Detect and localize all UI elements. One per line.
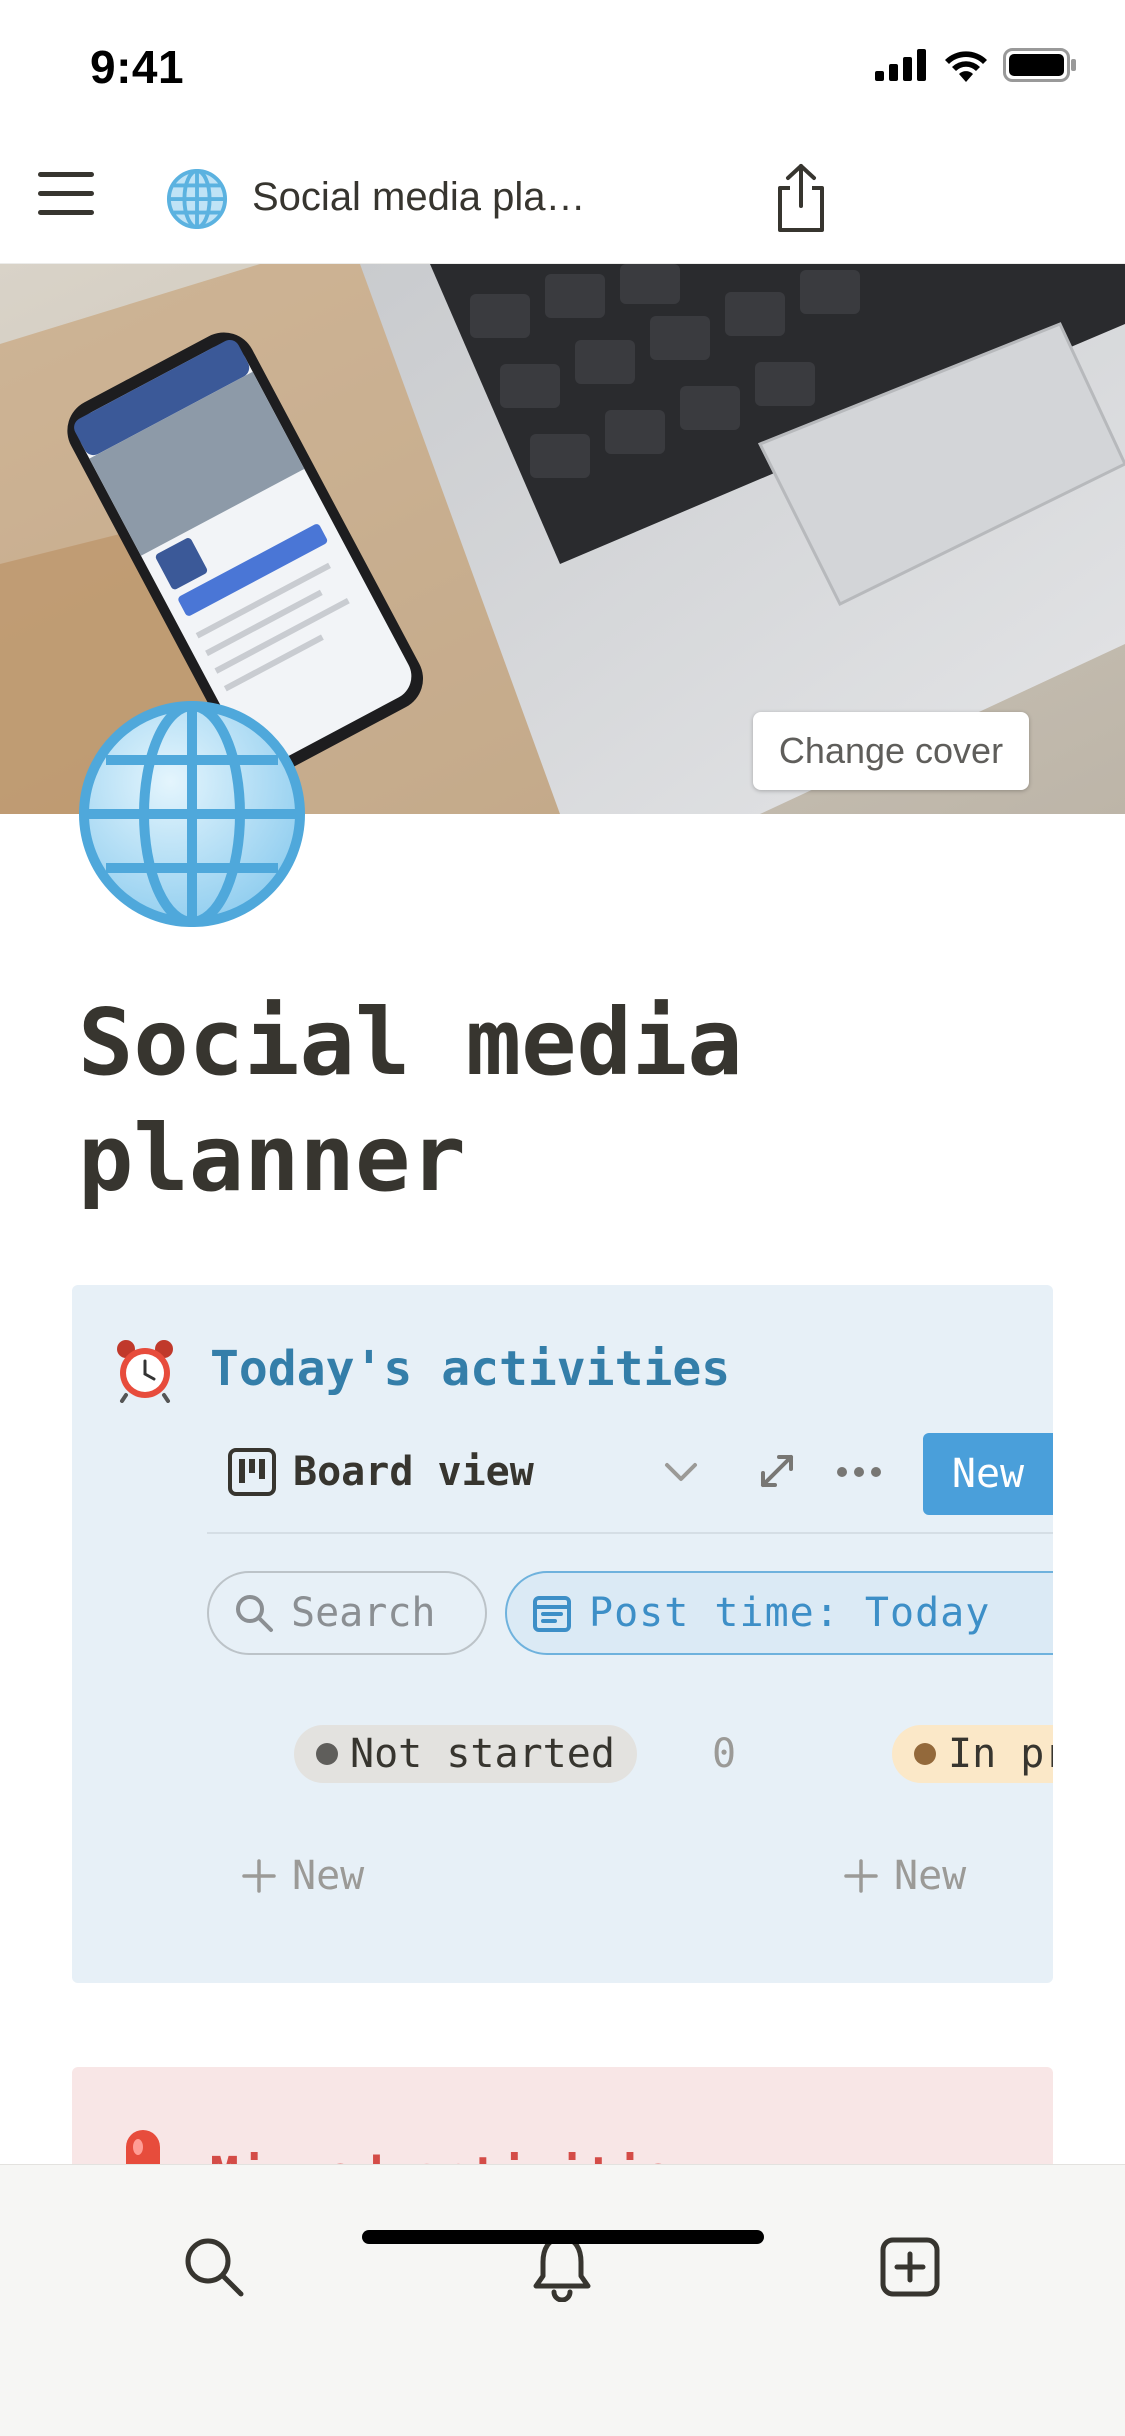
view-name[interactable]: Board view: [293, 1449, 534, 1495]
post-time-filter[interactable]: Post time: Today: [505, 1571, 1053, 1655]
tab-search[interactable]: [174, 2227, 254, 2307]
new-button[interactable]: New: [923, 1433, 1053, 1515]
wifi-icon: [945, 51, 987, 82]
home-indicator: [362, 2230, 764, 2244]
board-groups: Not started 0 In progress: [222, 1725, 1053, 1795]
add-card-button[interactable]: New: [842, 1853, 966, 1899]
status-icons: [875, 48, 1077, 82]
top-nav-bar: Social media pla…: [0, 132, 1125, 264]
todays-activities-heading[interactable]: Today's activities: [210, 1341, 730, 1397]
plus-icon: [242, 1859, 276, 1893]
add-page-icon: [880, 2237, 940, 2297]
status-dot: [316, 1743, 338, 1765]
page-globe-icon[interactable]: [78, 700, 306, 928]
expand-icon[interactable]: [757, 1451, 797, 1491]
page-breadcrumb-title[interactable]: Social media pla…: [252, 175, 586, 220]
battery-icon: [1003, 48, 1076, 82]
more-options-icon[interactable]: [835, 1465, 883, 1479]
share-icon[interactable]: [770, 162, 832, 234]
tab-new-page[interactable]: [870, 2227, 950, 2307]
alarm-clock-icon: [117, 1340, 173, 1403]
group-count: 0: [712, 1731, 737, 1777]
globe-icon: [166, 168, 228, 230]
search-icon: [236, 1595, 273, 1632]
todays-activities-callout: Today's activities Board view New Search…: [72, 1285, 1053, 1983]
search-icon: [185, 2238, 244, 2297]
add-card-label: New: [894, 1853, 967, 1899]
plus-icon: [844, 1859, 878, 1893]
page-title[interactable]: Social media planner: [78, 985, 1038, 1217]
group-in-progress[interactable]: In progress: [892, 1725, 1053, 1783]
filter-row: Search Post time: Today: [207, 1571, 1053, 1657]
database-view-bar: Board view New: [227, 1433, 1053, 1515]
divider: [207, 1532, 1053, 1534]
search-filter[interactable]: Search: [207, 1571, 487, 1655]
post-time-filter-label: Post time: Today: [589, 1590, 991, 1636]
status-dot: [914, 1743, 936, 1765]
board-view-icon: [228, 1448, 276, 1496]
add-card-button[interactable]: New: [240, 1853, 364, 1899]
new-button-group: New: [923, 1433, 1053, 1515]
chevron-down-icon[interactable]: [663, 1457, 699, 1487]
add-card-label: New: [292, 1853, 365, 1899]
group-not-started[interactable]: Not started: [294, 1725, 637, 1783]
calendar-icon: [533, 1596, 571, 1632]
status-bar: 9:41: [0, 0, 1125, 132]
group-label: In progress: [948, 1731, 1053, 1777]
change-cover-button[interactable]: Change cover: [753, 712, 1029, 790]
status-time: 9:41: [90, 41, 185, 93]
cellular-signal-icon: [875, 49, 926, 81]
search-label: Search: [291, 1590, 436, 1636]
menu-icon[interactable]: [38, 172, 94, 222]
bottom-tab-bar: [0, 2164, 1125, 2436]
group-label: Not started: [350, 1731, 615, 1777]
